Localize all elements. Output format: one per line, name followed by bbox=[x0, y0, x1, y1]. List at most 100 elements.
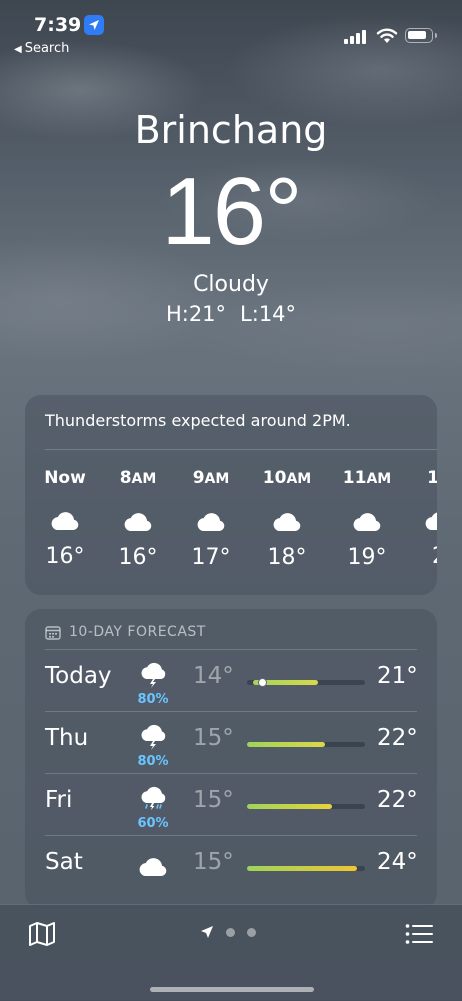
hour-label: 11AM bbox=[327, 467, 407, 490]
precip-chance: 80% bbox=[137, 754, 169, 769]
wifi-icon bbox=[376, 28, 398, 43]
thunderstorm-rain-icon bbox=[141, 786, 166, 810]
back-triangle-icon: ◀ bbox=[14, 44, 22, 55]
page-dot[interactable] bbox=[226, 927, 235, 937]
forecast-header-label: 10-DAY FORECAST bbox=[69, 624, 206, 640]
high-low: H:21° L:14° bbox=[0, 300, 462, 328]
condition-text: Cloudy bbox=[193, 272, 269, 297]
hour-label: 8AM bbox=[98, 467, 178, 490]
hour-temp: 16° bbox=[118, 545, 158, 570]
page-indicator[interactable] bbox=[200, 925, 256, 939]
forecast-low: 15° bbox=[193, 849, 234, 875]
forecast-row[interactable]: Today 80% 14° 21° bbox=[25, 649, 437, 711]
thunderstorm-icon bbox=[141, 662, 166, 688]
low-temp: L:14° bbox=[240, 302, 297, 326]
hour-label-suffix: AM bbox=[131, 471, 157, 487]
back-to-search-link[interactable]: ◀ Search bbox=[14, 41, 69, 56]
forecast-weather: 80% bbox=[133, 657, 173, 707]
forecast-low: 15° bbox=[193, 725, 234, 751]
status-time: 7:39 bbox=[34, 14, 82, 36]
hour-label-main: 11 bbox=[342, 468, 367, 488]
temperature-range-fill bbox=[247, 742, 325, 747]
hour-column: 12 2 bbox=[399, 467, 437, 571]
precip-chance: 80% bbox=[137, 692, 169, 707]
city-name: Brinchang bbox=[134, 108, 328, 152]
hour-label: 12 bbox=[399, 467, 437, 489]
cloud-icon bbox=[124, 513, 152, 531]
status-bar: 7:39 ◀ Search bbox=[0, 0, 462, 60]
hour-column: Now 16° bbox=[25, 467, 105, 571]
hour-label-main: 10 bbox=[262, 468, 287, 488]
temperature-range-bar bbox=[247, 866, 365, 871]
back-label: Search bbox=[24, 41, 70, 56]
home-indicator[interactable] bbox=[150, 987, 314, 992]
hour-temp: 17° bbox=[191, 545, 231, 570]
forecast-row[interactable]: Thu 80% 15° 22° bbox=[25, 711, 437, 773]
forecast-weather: 60% bbox=[133, 781, 173, 831]
current-temp-marker bbox=[258, 678, 268, 687]
forecast-header: 10-DAY FORECAST bbox=[45, 624, 206, 640]
high-temp: H:21° bbox=[165, 302, 227, 326]
temperature-range-bar bbox=[247, 804, 365, 809]
cloud-icon bbox=[273, 513, 301, 531]
hour-label-main: 8 bbox=[119, 468, 132, 488]
cloud-icon bbox=[197, 513, 225, 531]
forecast-day: Today bbox=[45, 663, 112, 689]
forecast-row[interactable]: Fri 60% 15° 22° bbox=[25, 773, 437, 835]
hour-temp: 2 bbox=[399, 543, 437, 571]
cloud-icon bbox=[353, 513, 381, 531]
forecast-weather bbox=[133, 851, 173, 887]
ten-day-forecast-card[interactable]: 10-DAY FORECAST Today 80% 14° 21° Thu 80% 15° 2… bbox=[25, 609, 437, 909]
forecast-weather: 80% bbox=[133, 719, 173, 769]
temperature-range-fill bbox=[247, 804, 332, 809]
cloud-icon bbox=[139, 858, 167, 876]
battery-icon bbox=[405, 28, 437, 43]
temperature-range-bar bbox=[247, 678, 365, 687]
hour-column: 10AM 18° bbox=[247, 467, 327, 572]
current-temperature: 16° bbox=[161, 158, 302, 265]
cloud-icon bbox=[425, 512, 437, 530]
cloud-icon bbox=[51, 512, 79, 530]
cellular-signal-icon bbox=[344, 30, 366, 44]
precip-chance: 60% bbox=[137, 816, 169, 831]
forecast-day: Thu bbox=[45, 725, 89, 751]
forecast-low: 14° bbox=[193, 663, 234, 689]
hour-temp: 16° bbox=[45, 544, 85, 569]
hour-label-main: Now bbox=[44, 468, 86, 488]
hour-label: Now bbox=[25, 467, 105, 489]
hour-temp: 19° bbox=[347, 545, 387, 570]
hourly-scroll[interactable]: Now16°8AM16°9AM17°10AM18°11AM19°122 bbox=[25, 467, 437, 587]
hour-label-main: 9 bbox=[192, 468, 205, 488]
hourly-summary: Thunderstorms expected around 2PM. bbox=[45, 411, 351, 430]
hourly-forecast-card[interactable]: Thunderstorms expected around 2PM. Now 16… bbox=[25, 395, 437, 595]
hour-temp: 18° bbox=[267, 545, 307, 570]
location-arrow-icon bbox=[84, 15, 104, 35]
calendar-icon bbox=[45, 625, 61, 640]
forecast-high: 22° bbox=[377, 725, 418, 751]
current-location-arrow-icon[interactable] bbox=[200, 925, 214, 939]
hour-label-suffix: AM bbox=[204, 471, 230, 487]
current-conditions: Brinchang 16° Cloudy H:21° L:14° bbox=[0, 104, 462, 328]
forecast-day: Sat bbox=[45, 849, 83, 875]
hour-column: 11AM 19° bbox=[327, 467, 407, 572]
forecast-high: 21° bbox=[377, 663, 418, 689]
thunderstorm-icon bbox=[141, 724, 166, 750]
bottom-toolbar bbox=[0, 904, 462, 1001]
hour-column: 8AM 16° bbox=[98, 467, 178, 572]
temperature-range-fill bbox=[247, 866, 357, 871]
temperature-range-bar bbox=[247, 742, 365, 747]
hour-column: 9AM 17° bbox=[171, 467, 251, 572]
forecast-high: 22° bbox=[377, 787, 418, 813]
forecast-day: Fri bbox=[45, 787, 73, 813]
hour-label-suffix: AM bbox=[366, 471, 392, 487]
divider bbox=[45, 449, 437, 450]
hour-label: 10AM bbox=[247, 467, 327, 490]
forecast-row[interactable]: Sat 15° 24° bbox=[25, 835, 437, 897]
page-dot[interactable] bbox=[247, 927, 256, 937]
hour-label: 9AM bbox=[171, 467, 251, 490]
hour-label-main: 12 bbox=[427, 468, 437, 488]
hour-label-suffix: AM bbox=[286, 471, 312, 487]
map-icon[interactable] bbox=[28, 921, 56, 947]
forecast-high: 24° bbox=[377, 849, 418, 875]
list-icon[interactable] bbox=[405, 923, 433, 945]
